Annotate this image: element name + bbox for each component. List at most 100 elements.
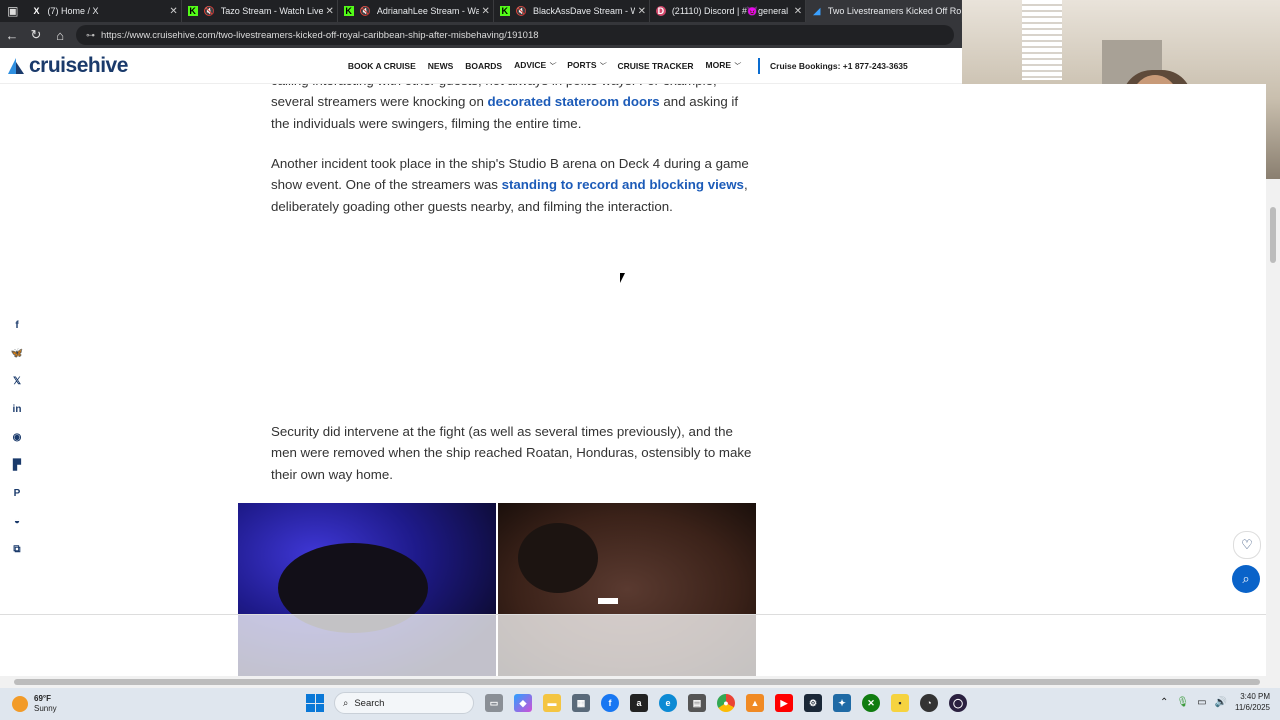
close-tab-icon[interactable]: ✕ <box>791 6 805 17</box>
weather-text: 69°F Sunny <box>34 694 57 714</box>
cruisehive-icon: ◢ <box>813 5 821 16</box>
site-logo[interactable]: cruisehive <box>6 54 128 78</box>
nav-ports[interactable]: PORTS ﹀ <box>567 60 605 71</box>
close-tab-icon[interactable]: ✕ <box>479 6 493 17</box>
nav-advice-label: ADVICE <box>514 60 547 70</box>
nav-divider <box>758 57 761 74</box>
x-icon[interactable]: 𝕏 <box>6 367 28 395</box>
app-icon[interactable]: ✦ <box>833 694 851 712</box>
article-paragraph-2: Another incident took place in the ship'… <box>271 153 756 217</box>
home-icon[interactable]: ⌂ <box>48 22 72 48</box>
edge-icon[interactable]: e <box>659 694 677 712</box>
horizontal-scroll-thumb[interactable] <box>14 679 1260 685</box>
obs-icon[interactable]: ◔ <box>920 694 938 712</box>
chevron-up-icon[interactable]: ⌃ <box>1160 697 1168 708</box>
x-icon: X <box>33 6 40 16</box>
assistant-icon[interactable]: ◯ <box>949 694 967 712</box>
sun-icon <box>12 696 28 712</box>
browser-tab-bar: ▣ X (7) Home / X ✕ K 🔇 Tazo Stream - Wat… <box>0 0 962 22</box>
clock[interactable]: 3:40 PM 11/6/2025 <box>1235 691 1270 713</box>
tab-adrianahlee[interactable]: K 🔇 AdrianahLee Stream - Watch ✕ <box>338 0 494 22</box>
file-explorer-icon[interactable]: ▬ <box>543 694 561 712</box>
taskbar-apps: ⌕ Search ▭ ◆ ▬ ▦ f a e ▤ ● ▲ ▶ ⚙ ✦ ✕ ▪ ◔… <box>306 692 967 714</box>
nav-cruise-tracker[interactable]: CRUISE TRACKER <box>618 61 694 71</box>
tab-home-x[interactable]: X (7) Home / X ✕ <box>26 0 182 22</box>
facebook-icon[interactable]: f <box>6 311 28 339</box>
vertical-scroll-thumb[interactable] <box>1270 207 1276 263</box>
messenger-icon[interactable]: ◒ <box>6 507 28 535</box>
share-bar: f 🦋 𝕏 in ◉ ▛ P ◒ ⧉ <box>6 311 28 563</box>
sticky-notes-icon[interactable]: ▪ <box>891 694 909 712</box>
tab-tazo[interactable]: K 🔇 Tazo Stream - Watch Live on ✕ <box>182 0 338 22</box>
calculator-icon[interactable]: ▤ <box>688 694 706 712</box>
nav-book-a-cruise[interactable]: BOOK A CRUISE <box>348 61 416 71</box>
flipboard-icon[interactable]: ▛ <box>6 451 28 479</box>
mouse-cursor <box>620 273 625 283</box>
linkedin-icon[interactable]: in <box>6 395 28 423</box>
tab-actions-icon[interactable]: ▣ <box>0 0 26 22</box>
chrome-icon[interactable]: ● <box>717 694 735 712</box>
windows-start-icon[interactable] <box>306 694 324 712</box>
reddit-icon[interactable]: ◉ <box>6 423 28 451</box>
speaker-icon[interactable]: 🔊 <box>1215 697 1227 708</box>
booking-phone-link[interactable]: Cruise Bookings: +1 877-243-3635 <box>770 61 908 71</box>
taskbar-search-label: Search <box>354 697 385 709</box>
weather-widget[interactable]: 69°F Sunny <box>12 694 112 714</box>
display-icon[interactable]: ▭ <box>1197 697 1206 708</box>
nav-news[interactable]: NEWS <box>428 61 454 71</box>
youtube-icon[interactable]: ▶ <box>775 694 793 712</box>
window-blinds <box>1022 0 1062 80</box>
copilot-icon[interactable]: ◆ <box>514 694 532 712</box>
site-info-icon[interactable]: ⊶ <box>86 30 95 41</box>
pinterest-icon[interactable]: P <box>6 479 28 507</box>
muted-icon[interactable]: 🔇 <box>204 6 215 17</box>
image-figure <box>518 523 598 593</box>
facebook-icon[interactable]: f <box>601 694 619 712</box>
article-paragraph-1: calling interacting with other guests, n… <box>271 84 756 134</box>
store-icon[interactable]: ▦ <box>572 694 590 712</box>
steam-icon[interactable]: ⚙ <box>804 694 822 712</box>
amazon-icon[interactable]: a <box>630 694 648 712</box>
link-standing-to-record[interactable]: standing to record and blocking views <box>502 177 744 192</box>
windows-taskbar: 69°F Sunny ⌕ Search ▭ ◆ ▬ ▦ f a e ▤ ● ▲ … <box>0 688 1280 720</box>
nav-more-label: MORE <box>705 60 732 70</box>
reload-icon[interactable]: ↻ <box>24 22 48 48</box>
muted-icon[interactable]: 🔇 <box>516 6 527 17</box>
chevron-down-icon: ﹀ <box>548 63 556 70</box>
close-tab-icon[interactable]: ✕ <box>323 6 337 17</box>
task-view-icon[interactable]: ▭ <box>485 694 503 712</box>
kick-icon: K <box>343 6 354 16</box>
microphone-icon[interactable]: 🎙 <box>1176 697 1189 708</box>
muted-icon[interactable]: 🔇 <box>360 6 371 17</box>
main-nav: BOOK A CRUISE NEWS BOARDS ADVICE ﹀ PORTS ﹀… <box>348 57 920 74</box>
kick-icon: K <box>499 6 510 16</box>
nav-boards[interactable]: BOARDS <box>465 61 502 71</box>
vlc-icon[interactable]: ▲ <box>746 694 764 712</box>
system-tray: ⌃ 🎙 ▭ 🔊 3:40 PM 11/6/2025 <box>1160 691 1270 713</box>
bluesky-icon[interactable]: 🦋 <box>6 339 28 367</box>
back-icon[interactable]: ← <box>0 22 24 48</box>
url-input[interactable]: ⊶ https://www.cruisehive.com/two-livestr… <box>76 25 954 45</box>
search-button[interactable]: ⌕ <box>1232 565 1260 593</box>
nav-more[interactable]: MORE ﹀ <box>706 60 741 71</box>
url-text: https://www.cruisehive.com/two-livestrea… <box>101 29 539 41</box>
close-tab-icon[interactable]: ✕ <box>635 6 649 17</box>
favorite-button[interactable]: ♡ <box>1233 531 1261 559</box>
nav-advice[interactable]: ADVICE ﹀ <box>514 60 555 71</box>
vertical-scrollbar[interactable] <box>1266 179 1280 676</box>
link-decorated-stateroom-doors[interactable]: decorated stateroom doors <box>488 94 660 109</box>
close-tab-icon[interactable]: ✕ <box>167 6 181 17</box>
tab-blackassdave[interactable]: K 🔇 BlackAssDave Stream - Watc ✕ <box>494 0 650 22</box>
horizontal-scrollbar[interactable] <box>0 676 1280 688</box>
cruisehive-logo-icon <box>8 57 24 74</box>
image-light <box>598 598 618 604</box>
ad-overlay <box>0 614 1266 676</box>
site-header: cruisehive BOOK A CRUISE NEWS BOARDS ADV… <box>0 48 962 84</box>
taskbar-search[interactable]: ⌕ Search <box>334 692 474 714</box>
tab-discord[interactable]: D (21110) Discord | #😈general | P ✕ <box>650 0 806 22</box>
tab-cruisehive[interactable]: ◢ Two Livestreamers Kicked Off Ro <box>805 0 962 22</box>
xbox-icon[interactable]: ✕ <box>862 694 880 712</box>
chevron-down-icon: ﹀ <box>598 63 606 70</box>
chevron-down-icon: ﹀ <box>733 63 741 70</box>
copy-icon[interactable]: ⧉ <box>6 535 28 563</box>
